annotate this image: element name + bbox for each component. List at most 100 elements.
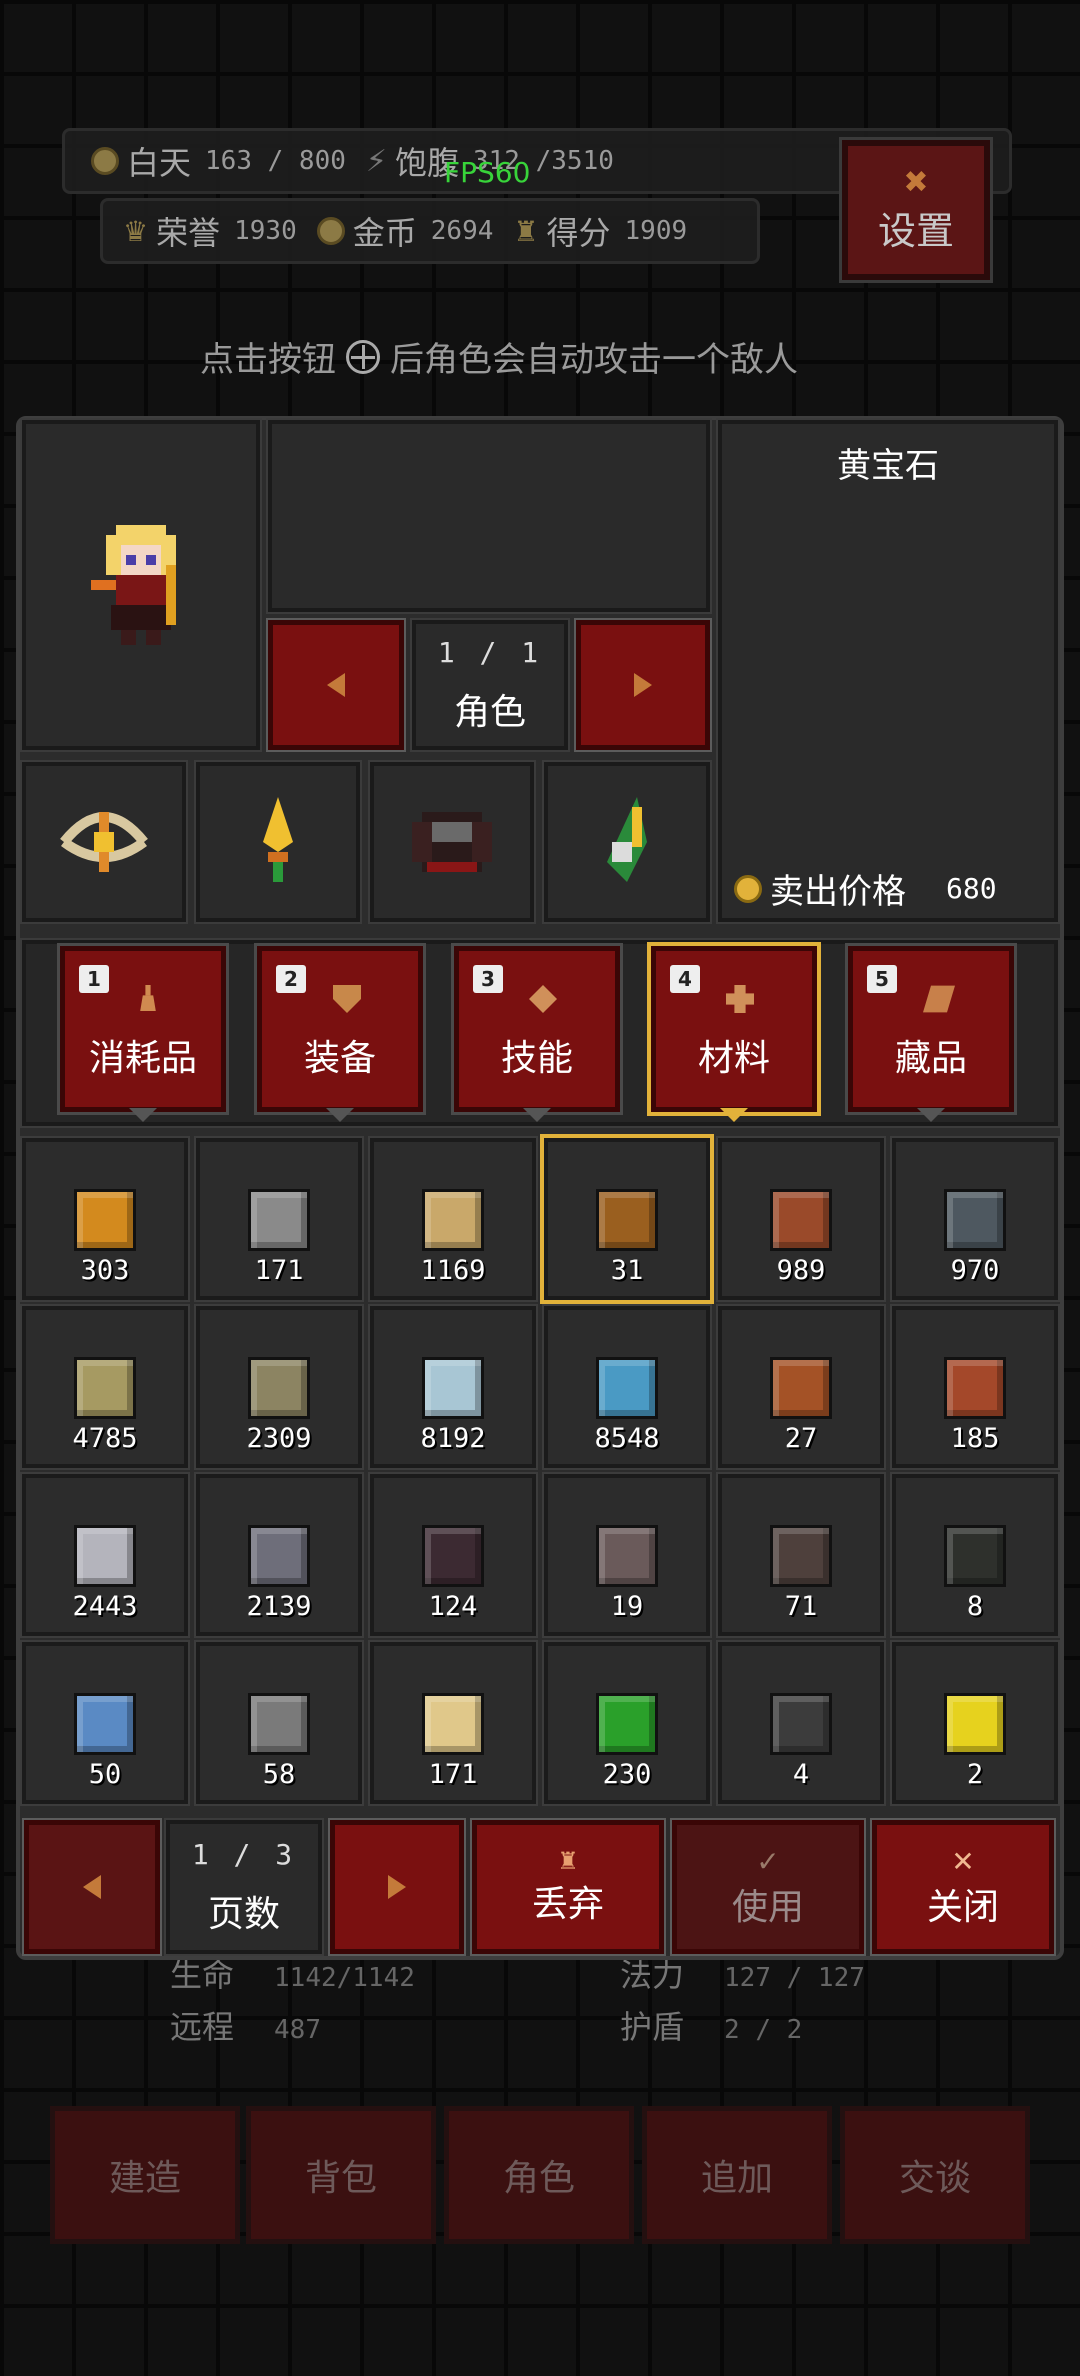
character-name-box <box>266 418 712 614</box>
inventory-slot[interactable]: 124 <box>368 1472 538 1638</box>
crown-icon: ♛ <box>123 214 149 248</box>
arrow-left-icon <box>83 1875 101 1899</box>
nav-append-button[interactable]: 追加 <box>642 2106 832 2244</box>
item-detail-box: 黄宝石 卖出价格 680 <box>716 418 1060 924</box>
crosshair-icon <box>346 339 380 374</box>
item-count: 8 <box>966 1591 984 1622</box>
emerald-cube-icon <box>596 1693 658 1755</box>
nav-bag-button[interactable]: 背包 <box>246 2106 436 2244</box>
character-next-button[interactable] <box>574 618 712 752</box>
tab-equipment[interactable]: 2 装备 <box>254 943 426 1115</box>
item-count: 27 <box>784 1423 818 1454</box>
inventory-slot[interactable]: 8192 <box>368 1304 538 1470</box>
inventory-slot[interactable]: 970 <box>890 1136 1060 1302</box>
inventory-slot[interactable]: 2139 <box>194 1472 364 1638</box>
hp-value: 1142/1142 <box>274 1963 415 1993</box>
settings-button[interactable]: ✖ 设置 <box>839 137 993 283</box>
sell-price-row: 卖出价格 680 <box>734 864 997 913</box>
sandstone-block-icon <box>74 1357 136 1419</box>
character-pager: 1 / 1 角色 <box>410 618 570 752</box>
inventory-slot[interactable]: 171 <box>368 1640 538 1806</box>
equip-slot-weapon[interactable] <box>20 760 188 924</box>
character-prev-button[interactable] <box>266 618 406 752</box>
tab-consumables[interactable]: 1 消耗品 <box>57 943 229 1115</box>
topaz-gem-icon <box>596 1189 658 1251</box>
equip-slot-armor[interactable] <box>368 760 536 924</box>
inventory-slot[interactable]: 303 <box>20 1136 190 1302</box>
shield-label: 护盾 <box>620 2008 685 2046</box>
glass-block-icon <box>422 1357 484 1419</box>
inventory-slot[interactable]: 185 <box>890 1304 1060 1470</box>
shield-stat: 护盾 2 / 2 <box>620 2002 802 2048</box>
day-label: 白天 <box>127 144 192 182</box>
ice-block-icon <box>596 1357 658 1419</box>
tab-number: 1 <box>79 965 109 993</box>
item-count: 4785 <box>72 1423 138 1454</box>
item-count: 185 <box>950 1423 1000 1454</box>
inventory-slot[interactable]: 171 <box>194 1136 364 1302</box>
close-button[interactable]: ✕ 关闭 <box>870 1818 1056 1956</box>
armor-icon <box>412 812 492 872</box>
tab-label: 材料 <box>697 1038 770 1079</box>
inventory-slot[interactable]: 2443 <box>20 1472 190 1638</box>
use-button[interactable]: ✓ 使用 <box>670 1818 866 1956</box>
item-count: 124 <box>428 1591 478 1622</box>
inventory-slot[interactable]: 27 <box>716 1304 886 1470</box>
tab-materials[interactable]: 4 材料 <box>647 942 821 1116</box>
honor-label: 荣誉 <box>156 214 221 252</box>
nav-character-button[interactable]: 角色 <box>444 2106 634 2244</box>
mp-label: 法力 <box>620 1956 685 1994</box>
arrow-right-icon <box>388 1875 406 1899</box>
inventory-slot[interactable]: 58 <box>194 1640 364 1806</box>
inventory-slot[interactable]: 8548 <box>542 1304 712 1470</box>
discard-button[interactable]: ♜ 丢弃 <box>470 1818 666 1956</box>
inventory-slot[interactable]: 8 <box>890 1472 1060 1638</box>
tab-label: 消耗品 <box>88 1038 197 1079</box>
material-icon <box>726 985 754 1013</box>
item-count: 4 <box>792 1759 810 1790</box>
nav-talk-button[interactable]: 交谈 <box>840 2106 1030 2244</box>
inventory-slot[interactable]: 2 <box>890 1640 1060 1806</box>
inventory-slot[interactable]: 4 <box>716 1640 886 1806</box>
inventory-slot[interactable]: 2309 <box>194 1304 364 1470</box>
page-next-button[interactable] <box>328 1818 466 1956</box>
shield-icon <box>333 985 361 1013</box>
inventory-slot[interactable]: 19 <box>542 1472 712 1638</box>
equip-slot-boots[interactable] <box>542 760 712 924</box>
item-name: 黄宝石 <box>837 446 939 486</box>
inventory-slot[interactable]: 50 <box>20 1640 190 1806</box>
inventory-slot[interactable]: 31 <box>540 1134 714 1304</box>
honor-value: 1930 <box>234 216 297 246</box>
arrow-left-icon <box>327 673 345 697</box>
tab-number: 5 <box>867 965 897 993</box>
hud-stats-bar: ♛ 荣誉 1930 金币 2694 ♜ 得分 1909 <box>100 198 760 264</box>
item-count: 31 <box>610 1255 644 1286</box>
nav-build-button[interactable]: 建造 <box>50 2106 240 2244</box>
hunger-icon: ⚡ <box>365 143 387 179</box>
tab-arrow <box>129 1108 157 1122</box>
equip-slot-dagger[interactable] <box>194 760 362 924</box>
range-label: 远程 <box>170 2008 235 2046</box>
page-prev-button[interactable] <box>22 1818 162 1956</box>
tab-collection[interactable]: 5 藏品 <box>845 943 1017 1115</box>
coin-icon <box>734 874 762 903</box>
day-value: 163 / 800 <box>205 146 346 176</box>
inventory-slot[interactable]: 4785 <box>20 1304 190 1470</box>
character-pager-label: 角色 <box>453 691 526 733</box>
granite-block-icon <box>596 1525 658 1587</box>
inventory-slot[interactable]: 1169 <box>368 1136 538 1302</box>
steel-block-icon <box>248 1525 310 1587</box>
check-icon: ✓ <box>756 1844 780 1878</box>
tab-label: 藏品 <box>894 1038 967 1079</box>
tab-number: 3 <box>473 965 503 993</box>
tab-arrow <box>917 1108 945 1122</box>
inventory-slot[interactable]: 989 <box>716 1136 886 1302</box>
copper-block-icon <box>770 1189 832 1251</box>
tab-label: 技能 <box>500 1038 573 1079</box>
tab-arrow <box>326 1108 354 1122</box>
nav-build-label: 建造 <box>108 2158 181 2199</box>
inventory-slot[interactable]: 230 <box>542 1640 712 1806</box>
item-count: 230 <box>602 1759 652 1790</box>
inventory-slot[interactable]: 71 <box>716 1472 886 1638</box>
tab-skills[interactable]: 3 技能 <box>451 943 623 1115</box>
